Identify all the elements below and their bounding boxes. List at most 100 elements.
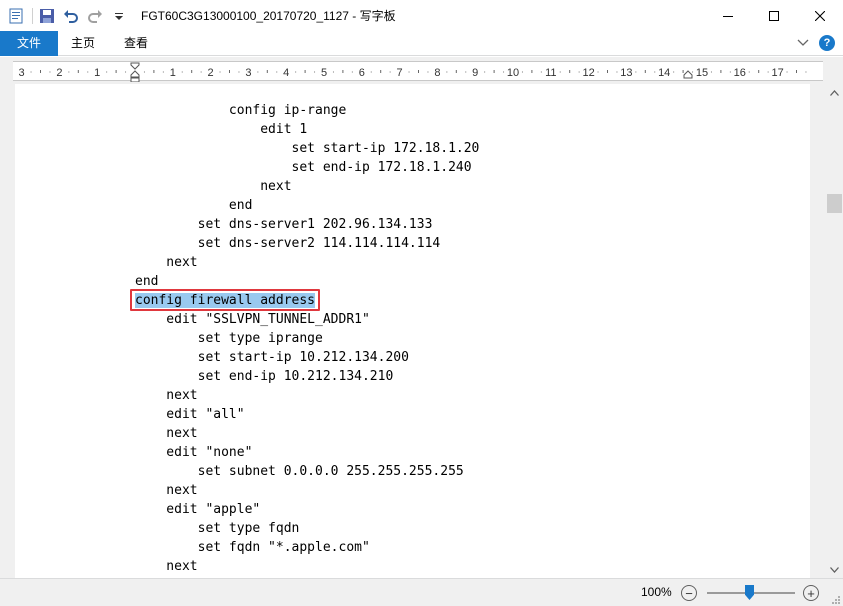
maximize-button[interactable] bbox=[751, 0, 797, 31]
ruler-tick bbox=[540, 71, 542, 73]
document-line: set start-ip 172.18.1.20 bbox=[135, 141, 480, 156]
ruler-tick bbox=[418, 70, 419, 73]
ruler-tick bbox=[531, 70, 533, 73]
status-bar: 100% − + bbox=[0, 578, 843, 606]
ruler-tick bbox=[729, 71, 731, 73]
ruler-tick-label: 5 bbox=[321, 67, 327, 79]
ruler-tick-label: 3 bbox=[245, 67, 251, 79]
ruler-tick bbox=[68, 71, 70, 73]
document-line: end bbox=[135, 198, 253, 213]
ruler-tick bbox=[559, 71, 561, 73]
document-line: set subnet 0.0.0.0 255.255.255.255 bbox=[135, 464, 464, 479]
ruler-tick bbox=[644, 70, 646, 73]
first-line-indent-marker[interactable] bbox=[130, 62, 140, 70]
ruler-tick-label: 8 bbox=[434, 67, 440, 79]
document-line: set type iprange bbox=[135, 331, 323, 346]
ruler-tick bbox=[181, 71, 183, 73]
ruler-tick-label: 17 bbox=[771, 67, 783, 79]
ruler-tick-label: 2 bbox=[208, 67, 214, 79]
document-line: set type fqdn bbox=[135, 521, 300, 536]
window-controls bbox=[705, 0, 843, 31]
ruler-tick bbox=[748, 71, 750, 73]
tab-view[interactable]: 查看 bbox=[108, 31, 164, 56]
zoom-slider-thumb[interactable] bbox=[745, 585, 754, 600]
ruler-tick bbox=[389, 71, 391, 73]
document-line: edit "SSLVPN_TUNNEL_ADDR1" bbox=[135, 312, 370, 327]
window-title: FGT60C3G13000100_20170720_1127 - 写字板 bbox=[141, 9, 396, 23]
ruler[interactable]: 3 2 1 1 2 3 4 5 6 7 8 9 10 11 12 13 14 15 16 17 bbox=[13, 61, 823, 82]
toolbar-divider bbox=[32, 7, 33, 24]
ruler-tick-label: 13 bbox=[620, 67, 632, 79]
vertical-scrollbar[interactable] bbox=[826, 84, 843, 578]
left-indent-marker[interactable] bbox=[130, 77, 140, 82]
expand-ribbon-icon[interactable] bbox=[797, 36, 809, 50]
ruler-tick bbox=[77, 70, 79, 73]
quick-access-toolbar bbox=[0, 0, 135, 31]
ruler-tick bbox=[786, 71, 788, 73]
document-line: next bbox=[135, 255, 198, 270]
scroll-down-arrow-icon[interactable] bbox=[826, 561, 843, 578]
ruler-tick bbox=[805, 71, 807, 73]
ruler-tick bbox=[692, 71, 694, 73]
ruler-tick bbox=[578, 71, 580, 73]
document-line: edit "none" bbox=[135, 445, 253, 460]
tab-home[interactable]: 主页 bbox=[58, 31, 108, 56]
ruler-tick bbox=[87, 71, 89, 73]
title-bar: FGT60C3G13000100_20170720_1127 - 写字板 bbox=[0, 0, 843, 31]
document-line: set fqdn "*.apple.com" bbox=[135, 540, 370, 555]
ruler-tick bbox=[796, 70, 797, 73]
scrollbar-thumb[interactable] bbox=[827, 194, 842, 213]
ruler-scale: 3 2 1 1 2 3 4 5 6 7 8 9 10 11 12 13 14 15 16 17 bbox=[19, 62, 807, 82]
ruler-tick bbox=[758, 70, 760, 73]
ruler-tick bbox=[314, 71, 316, 73]
ruler-tick bbox=[654, 71, 656, 73]
help-icon[interactable]: ? bbox=[819, 35, 835, 51]
ruler-tick bbox=[304, 70, 306, 73]
ruler-tick bbox=[332, 71, 334, 73]
document-page[interactable]: config ip-range edit 1 set start-ip 172.… bbox=[15, 84, 810, 578]
undo-icon[interactable] bbox=[63, 8, 79, 24]
resize-grip-icon[interactable] bbox=[831, 594, 841, 604]
ruler-tick bbox=[266, 70, 268, 73]
zoom-out-button[interactable]: − bbox=[681, 585, 697, 601]
save-icon[interactable] bbox=[39, 8, 55, 24]
document-line: next bbox=[135, 483, 198, 498]
ruler-tick bbox=[767, 71, 769, 73]
wordpad-app-icon[interactable] bbox=[8, 8, 24, 24]
document-line: set start-ip 10.212.134.200 bbox=[135, 350, 409, 365]
ribbon-tab-bar: 文件 主页 查看 ? bbox=[0, 31, 843, 56]
hanging-indent-marker[interactable] bbox=[130, 70, 140, 78]
ruler-tick bbox=[106, 71, 108, 73]
document-line: next bbox=[135, 559, 198, 574]
ruler-tick-label: 4 bbox=[283, 67, 289, 79]
ruler-tick bbox=[125, 71, 127, 73]
ruler-tick-label: 6 bbox=[359, 67, 365, 79]
document-line: next bbox=[135, 179, 292, 194]
ruler-tick bbox=[720, 70, 722, 73]
document-line: edit 1 bbox=[135, 122, 308, 137]
ruler-tick-label: 15 bbox=[696, 67, 708, 79]
tab-file[interactable]: 文件 bbox=[0, 31, 58, 56]
ruler-tick-label: 16 bbox=[734, 67, 746, 79]
ruler-tick-label: 7 bbox=[397, 67, 403, 79]
ruler-area: 3 2 1 1 2 3 4 5 6 7 8 9 10 11 12 13 14 15 16 17 bbox=[0, 57, 843, 84]
close-button[interactable] bbox=[797, 0, 843, 31]
ruler-tick-label: 9 bbox=[472, 67, 478, 79]
ruler-tick bbox=[427, 71, 429, 73]
right-indent-marker[interactable] bbox=[683, 70, 693, 79]
zoom-in-button[interactable]: + bbox=[803, 585, 819, 601]
ruler-tick bbox=[229, 70, 230, 73]
ruler-tick bbox=[276, 71, 278, 73]
ruler-tick-label: 12 bbox=[582, 67, 594, 79]
redo-icon[interactable] bbox=[87, 8, 103, 24]
ruler-tick bbox=[219, 71, 221, 73]
ruler-tick bbox=[257, 71, 259, 73]
document-line: set dns-server2 114.114.114.114 bbox=[135, 236, 441, 251]
minimize-button[interactable] bbox=[705, 0, 751, 31]
document-line: edit "all" bbox=[135, 407, 245, 422]
customize-toolbar-icon[interactable] bbox=[111, 8, 127, 24]
ruler-tick bbox=[115, 70, 117, 73]
scroll-up-arrow-icon[interactable] bbox=[826, 84, 843, 101]
ruler-tick bbox=[30, 71, 32, 73]
ruler-tick bbox=[521, 71, 523, 73]
